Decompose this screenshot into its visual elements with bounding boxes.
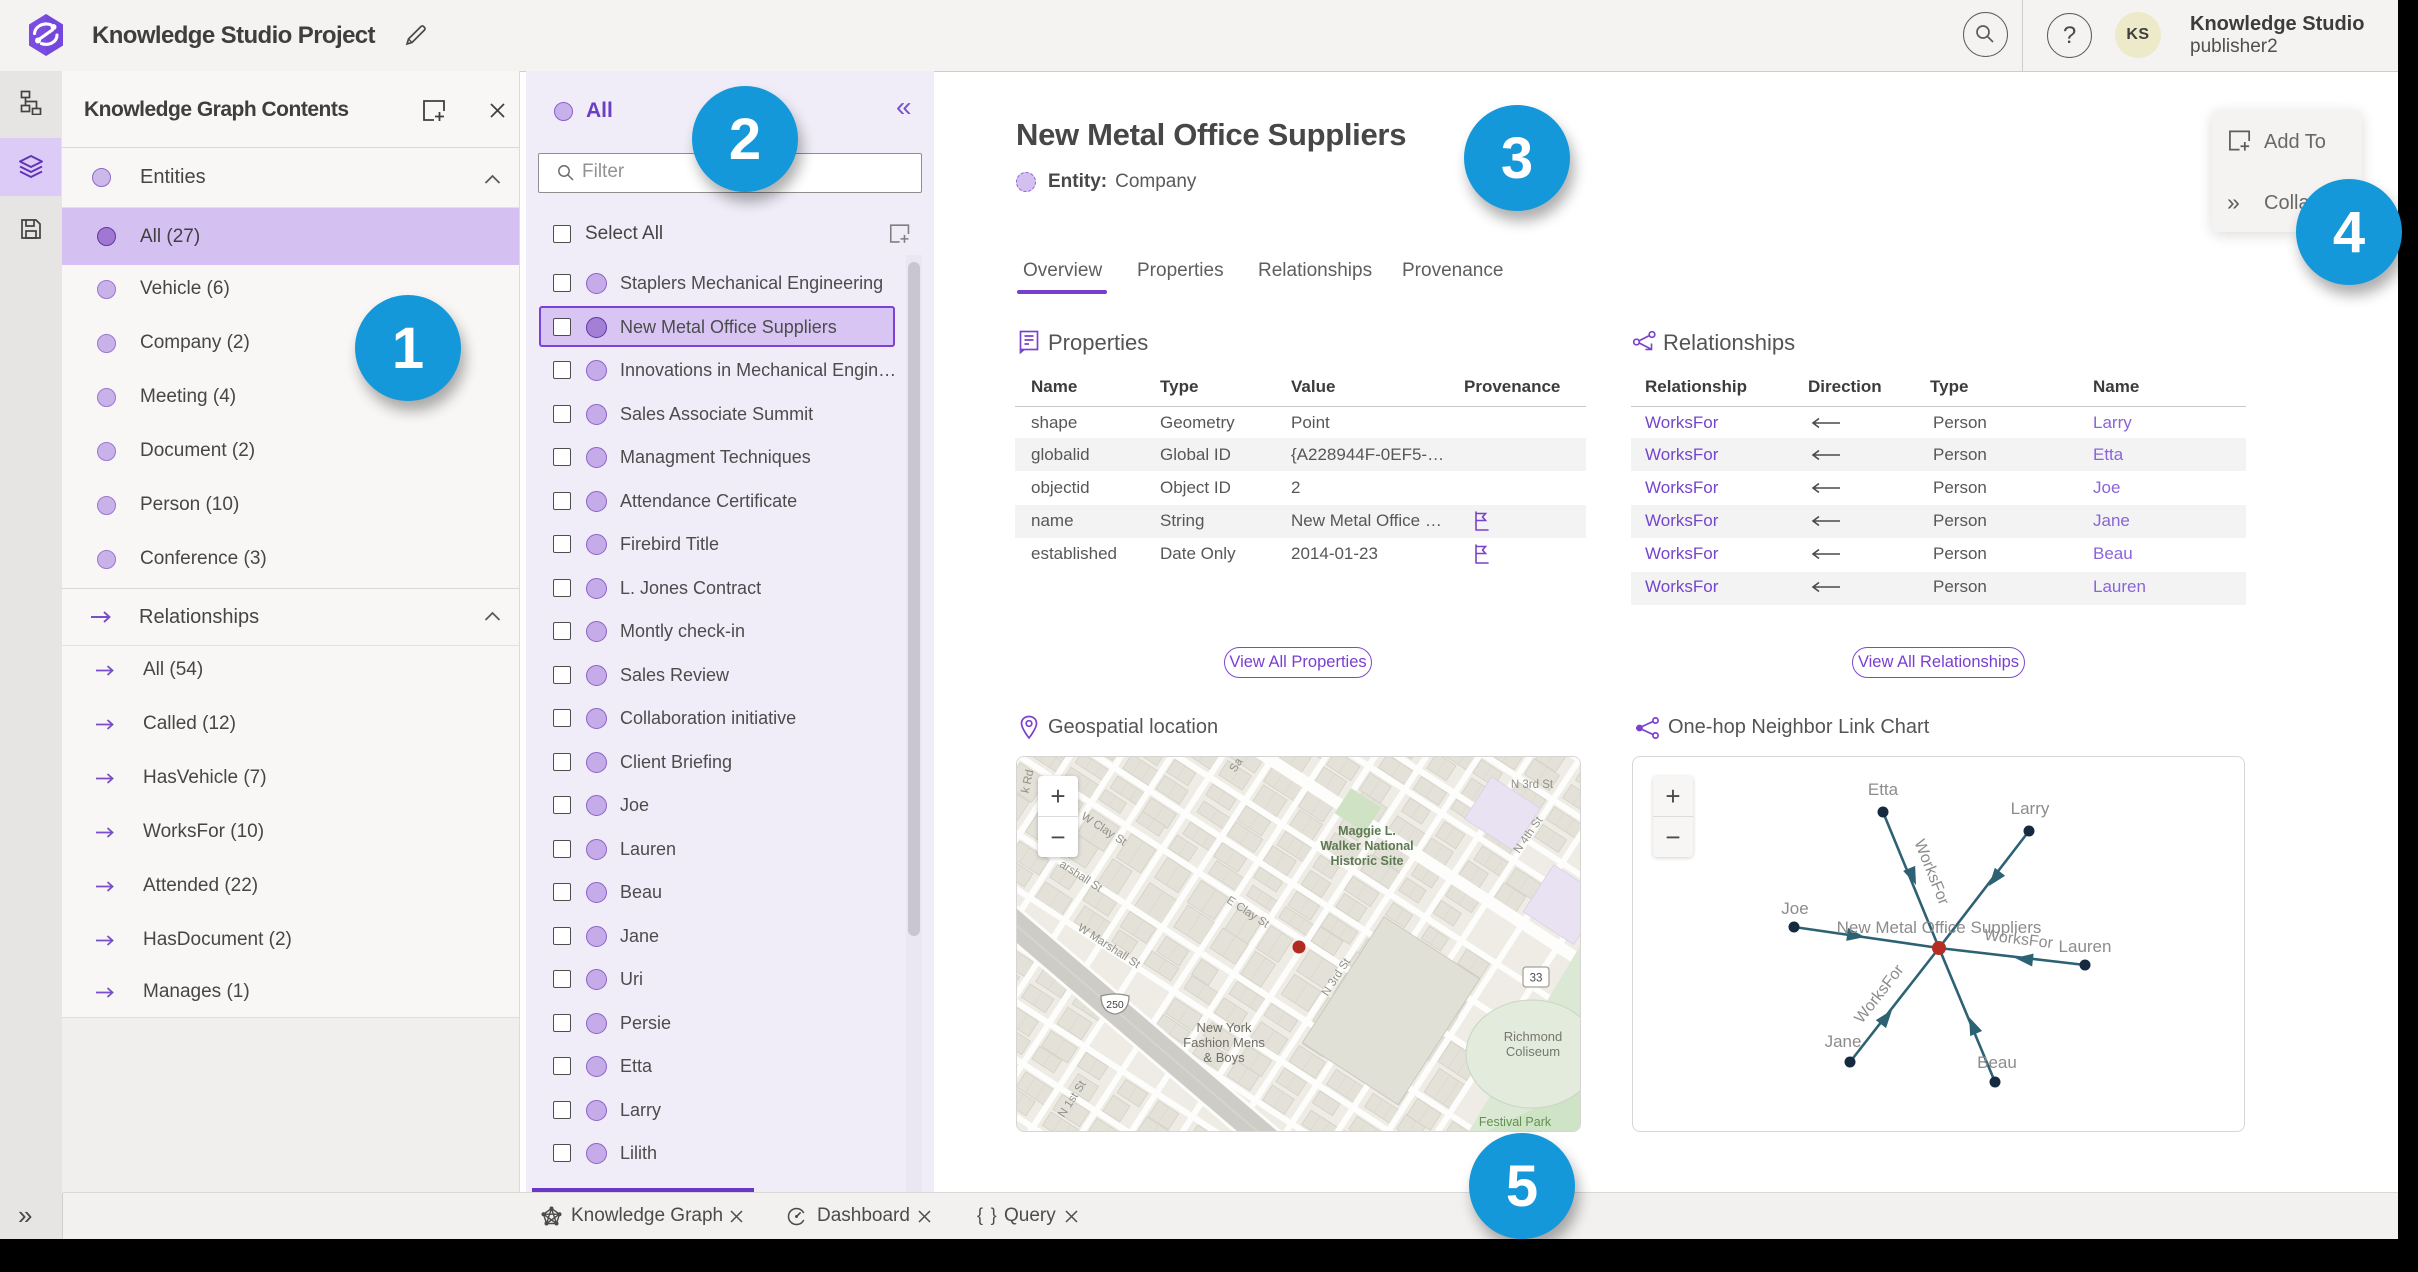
svg-text:N 3rd St: N 3rd St [1511, 779, 1554, 791]
svg-text:Festival Park: Festival Park [1479, 1115, 1552, 1129]
svg-text:Historic Site: Historic Site [1331, 854, 1404, 868]
svg-text:WorksFor: WorksFor [1910, 837, 1952, 908]
svg-text:250: 250 [1106, 999, 1124, 1011]
svg-text:Joe: Joe [1781, 899, 1808, 918]
svg-text:Jane: Jane [1825, 1032, 1862, 1051]
svg-text:Etta: Etta [1868, 780, 1899, 799]
svg-text:Lauren: Lauren [2059, 937, 2112, 956]
svg-text:Beau: Beau [1977, 1053, 2017, 1072]
svg-text:Fashion Mens: Fashion Mens [1183, 1035, 1265, 1050]
svg-text:WorksFor: WorksFor [1983, 927, 2054, 952]
svg-text:Walker National: Walker National [1320, 839, 1413, 853]
svg-text:Coliseum: Coliseum [1506, 1044, 1560, 1059]
svg-text:New York: New York [1197, 1020, 1252, 1035]
svg-text:Richmond: Richmond [1504, 1029, 1563, 1044]
svg-text:& Boys: & Boys [1203, 1050, 1245, 1065]
svg-text:33: 33 [1530, 973, 1543, 985]
svg-text:Maggie L.: Maggie L. [1338, 824, 1396, 838]
svg-text:Larry: Larry [2011, 799, 2050, 818]
svg-text:WorksFor: WorksFor [1852, 961, 1908, 1026]
